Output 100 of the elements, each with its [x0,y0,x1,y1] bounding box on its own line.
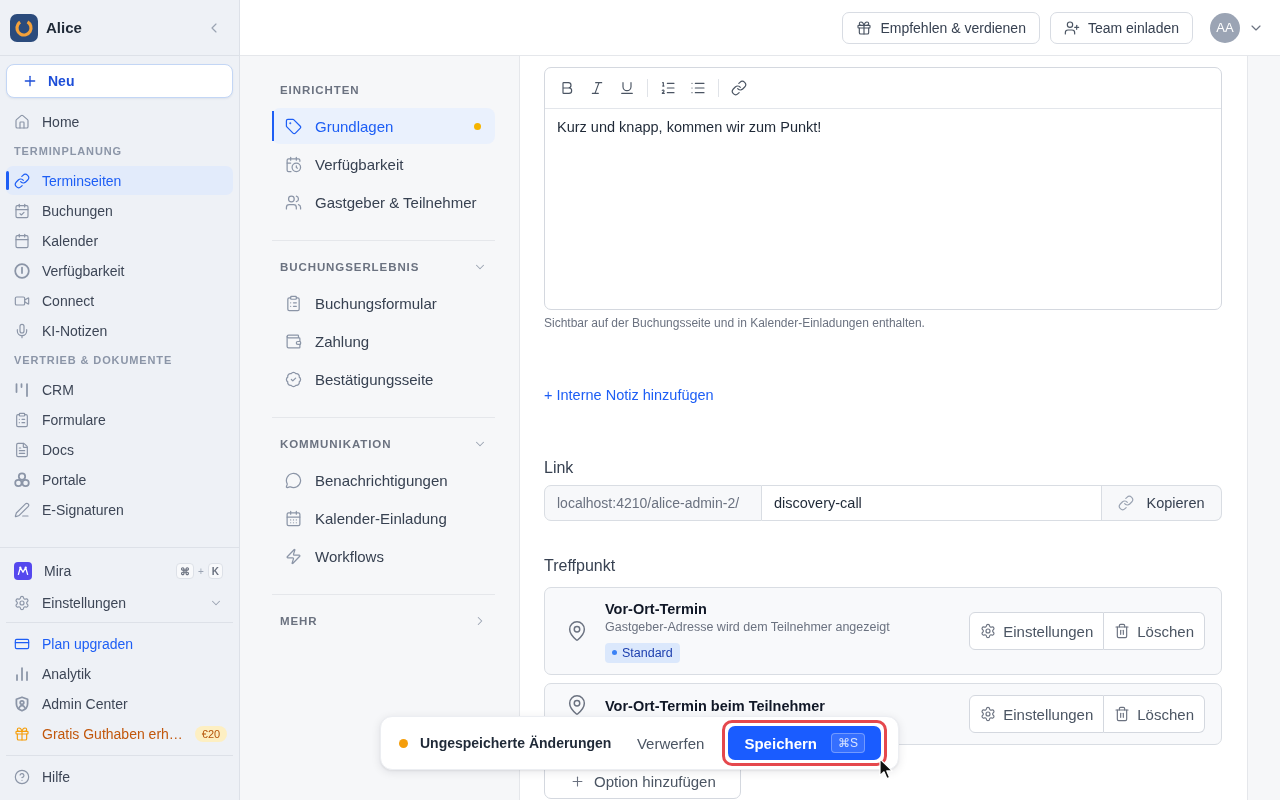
home-icon [14,113,30,130]
calendar-icon [14,232,30,249]
tag-icon [285,117,302,135]
copy-button[interactable]: Kopieren [1102,485,1222,521]
nav-item[interactable]: Formulare [6,405,233,434]
nav-item[interactable]: CRM [6,375,233,404]
lightning-icon [285,547,302,565]
settings-icon [980,623,997,639]
dot-icon [612,650,617,655]
badge-check-icon [285,370,302,388]
section-heading: MEHR [280,615,318,627]
delete-button[interactable]: Löschen [1104,695,1205,733]
nav-item[interactable]: E-Signaturen [6,495,233,524]
upgrade-link[interactable]: Plan upgraden [6,629,233,659]
shortcut-key: ⌘ [175,563,194,579]
calendar-clock-icon [285,155,302,173]
chat-bubble-icon [285,471,302,489]
field-label: Treffpunkt [544,556,617,576]
settings-nav-item[interactable]: Gastgeber & Teilnehmer [272,184,495,220]
workspace-name: Alice [46,19,83,36]
columns-icon [14,381,30,398]
plus-icon [22,73,38,89]
plus-icon [570,774,585,789]
underline-icon[interactable] [619,80,635,96]
bullet-list-icon[interactable] [690,80,706,96]
nav-item[interactable]: Admin Center [6,689,233,719]
help-icon [14,769,30,785]
nav-item[interactable]: Docs [6,435,233,464]
settings-button[interactable]: Einstellungen [969,695,1105,733]
field-label: Link [544,458,575,478]
option-title: Vor-Ort-Termin beim Teilnehmer [605,697,826,715]
nav-item[interactable]: Terminseiten [6,166,233,195]
nav-item[interactable]: Connect [6,286,233,315]
section-heading: EINRICHTEN [280,84,360,96]
save-button[interactable]: Speichern ⌘S [728,726,881,760]
trash-icon [1114,623,1131,639]
nav-item[interactable]: KI-Notizen [6,316,233,345]
credit-badge: €20 [194,726,228,742]
wallet-icon [285,332,302,350]
nav-item[interactable]: Home [6,107,233,136]
nav-item[interactable]: Portale [6,465,233,494]
nav-item[interactable]: Analytik [6,659,233,689]
unsaved-message: Ungespeicherte Änderungen [420,735,612,751]
settings-nav-item[interactable]: Kalender-Einladung [272,500,495,536]
nav-item[interactable]: Kalender [6,226,233,255]
nav-item[interactable]: Hilfe [6,762,233,792]
header-button[interactable]: Team einladen [1049,11,1193,44]
link-icon[interactable] [731,80,747,96]
assistant-logo-icon [14,562,32,580]
discard-button[interactable]: Verwerfen [630,730,711,756]
italic-icon[interactable] [589,80,605,96]
map-pin-icon [566,694,588,716]
clipboard-icon [285,294,302,312]
settings-nav-item[interactable]: Verfügbarkeit [272,146,495,182]
users-icon [285,193,302,211]
settings-icon [14,595,30,611]
bold-icon[interactable] [559,80,575,96]
link-icon [1118,495,1135,511]
pen-icon [14,501,30,518]
trash-icon [1114,706,1131,722]
settings-icon [980,706,997,722]
slug-input-field[interactable]: discovery-call [762,485,1102,521]
editor-input-field[interactable]: Kurz und knapp, kommen wir zum Punkt! [545,109,1221,309]
settings-nav-item[interactable]: Buchungsformular [272,285,495,321]
header-button[interactable]: Empfehlen & verdienen [842,11,1040,44]
delete-button[interactable]: Löschen [1104,612,1205,650]
settings-nav-item[interactable]: Benachrichtigungen [272,462,495,498]
gift-icon [856,19,873,36]
shortcut-key: ⌘S [831,733,865,753]
url-prefix: localhost:4210/alice-admin-2/ [544,485,762,521]
nav-item[interactable]: Mira ⌘ + K [6,556,233,586]
section-heading: VERTRIEB & DOKUMENTE [13,353,174,368]
settings-nav-item[interactable]: Bestätigungsseite [272,361,495,397]
gift-icon [14,726,30,742]
section-heading: BUCHUNGSERLEBNIS [280,261,420,273]
clipboard-icon [14,411,30,428]
settings-button[interactable]: Einstellungen [969,612,1105,650]
bar-chart-icon [14,666,30,682]
shield-user-icon [14,696,30,712]
nav-item[interactable]: Buchungen [6,196,233,225]
nav-item[interactable]: Verfügbarkeit [6,256,233,285]
option-title: Vor-Ort-Termin [605,599,708,618]
logo-icon [10,13,38,42]
user-plus-icon [1063,19,1080,36]
shortcut-joiner: + [197,565,204,577]
document-icon [14,441,30,458]
numbered-list-icon[interactable] [660,80,676,96]
nav-item[interactable]: Einstellungen [6,588,233,618]
new-button[interactable]: Neu [6,64,233,98]
default-badge: Standard [605,642,680,663]
map-pin-icon [566,620,588,642]
settings-nav-item[interactable]: Zahlung [272,323,495,359]
shortcut-key: K [207,563,223,579]
helper-text: Sichtbar auf der Buchungsseite und in Kalender-Einladungen enthalten. [544,316,926,330]
settings-nav-item[interactable]: Workflows [272,538,495,574]
section-heading: TERMINPLANUNG [13,144,123,159]
nav-item[interactable]: Gratis Guthaben erh… €20 [6,719,233,749]
credit-card-icon [14,636,30,652]
add-note-link[interactable]: + Interne Notiz hinzufügen [544,386,714,404]
settings-nav-item[interactable]: Grundlagen [272,108,495,144]
